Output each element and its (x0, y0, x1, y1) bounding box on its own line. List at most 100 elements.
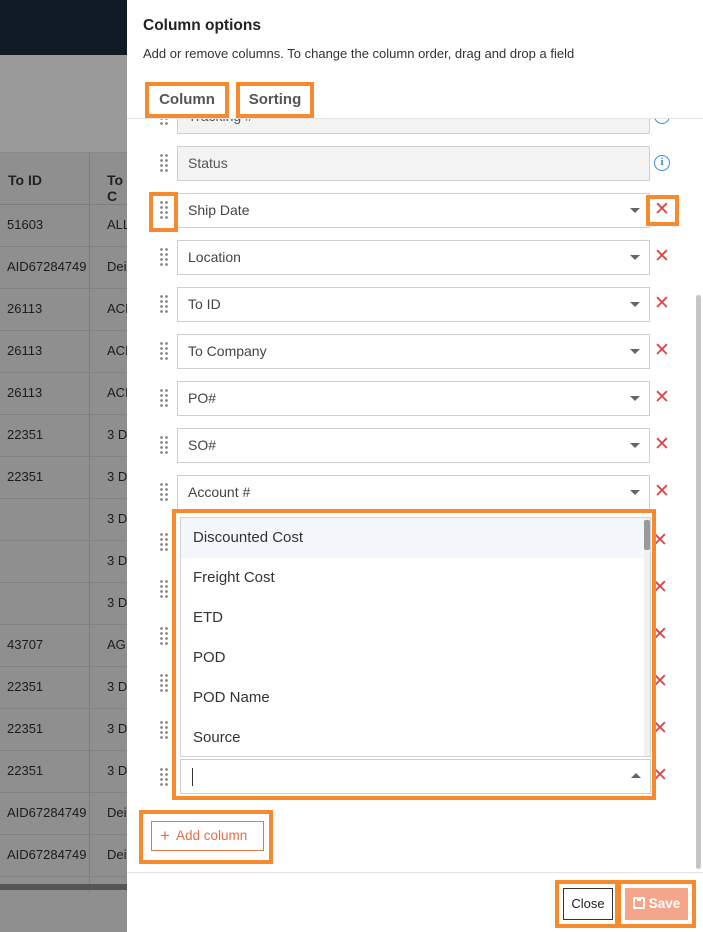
dropdown-option[interactable]: ETD (181, 598, 650, 638)
table-row[interactable]: AID67284749 Dei (0, 793, 127, 835)
dropdown-option[interactable]: POD Name (181, 678, 650, 718)
cell-to-company: AG (107, 637, 126, 652)
drag-handle-icon[interactable] (157, 670, 171, 696)
table-row[interactable]: 22351 3 D (0, 751, 127, 793)
caret-up-icon[interactable] (631, 773, 641, 778)
cell-to-id: AID67284749 (7, 259, 87, 274)
drag-handle-icon[interactable] (157, 576, 171, 602)
info-icon[interactable]: i (654, 155, 670, 171)
column-select[interactable]: To Company (177, 334, 650, 369)
remove-column-icon[interactable]: ✕ (652, 247, 672, 268)
column-select[interactable]: PO# (177, 381, 650, 416)
drag-handle-icon[interactable] (157, 717, 171, 743)
column-row: Ship Date ✕ (127, 193, 703, 240)
table-row[interactable]: 3 D (0, 583, 127, 625)
table-scrollbar[interactable] (0, 884, 127, 890)
cell-to-company: ALL (107, 217, 127, 232)
remove-column-icon[interactable]: ✕ (652, 435, 672, 456)
new-column-input[interactable] (180, 759, 651, 794)
close-highlight: Close (555, 880, 619, 928)
dropdown-option[interactable]: Discounted Cost (181, 518, 650, 558)
chevron-down-icon[interactable] (630, 443, 640, 448)
cell-to-company: 3 D (107, 469, 127, 484)
column-options-panel: Column options Add or remove columns. To… (127, 0, 703, 932)
dropdown-scroll-thumb[interactable] (644, 520, 650, 550)
table-row[interactable]: 3 D (0, 499, 127, 541)
column-select[interactable]: To ID (177, 287, 650, 322)
table-row[interactable]: 22351 3 D (0, 667, 127, 709)
cell-to-company: ACI (107, 385, 127, 400)
column-row: SO# ✕ (127, 428, 703, 475)
table-row[interactable]: 51603 ALL (0, 205, 127, 247)
column-row: Status i (127, 146, 703, 193)
chevron-down-icon[interactable] (630, 208, 640, 213)
column-select[interactable]: Ship Date (177, 193, 650, 228)
filter-area (0, 55, 127, 153)
column-field-label: To ID (188, 296, 221, 312)
chevron-down-icon[interactable] (630, 349, 640, 354)
cell-to-company: 3 D (107, 721, 127, 736)
drag-handle-icon[interactable] (157, 385, 171, 411)
grip-dots (159, 579, 169, 599)
table-row[interactable]: AID67284749 Dei (0, 835, 127, 877)
drag-handle-icon[interactable] (157, 764, 171, 790)
column-row: Tracking # i (127, 119, 703, 146)
grip-dots (159, 247, 169, 267)
drag-handle-icon[interactable] (157, 432, 171, 458)
save-button[interactable]: Save (625, 888, 688, 920)
background-table: To ID To C 51603 ALL AID67284749 Dei 26113 AC… (0, 0, 127, 932)
text-cursor (192, 768, 193, 786)
drag-handle-icon[interactable] (157, 119, 171, 129)
grip-dots (159, 388, 169, 408)
chevron-down-icon[interactable] (630, 255, 640, 260)
drag-handle-icon[interactable] (157, 291, 171, 317)
table-row[interactable]: 43707 AG (0, 625, 127, 667)
grip-dots (159, 482, 169, 502)
drag-handle-icon[interactable] (157, 244, 171, 270)
grip-dots (159, 153, 169, 173)
cell-to-company: 3 D (107, 511, 127, 526)
remove-column-icon[interactable]: ✕ (652, 294, 672, 315)
cell-to-company: Dei (107, 805, 127, 820)
tab-column[interactable]: Column (145, 82, 229, 118)
table-row[interactable]: 26113 ACI (0, 289, 127, 331)
panel-scroll-thumb[interactable] (696, 295, 701, 869)
drag-handle-icon[interactable] (157, 150, 171, 176)
table-row[interactable]: 3 D (0, 541, 127, 583)
table-row[interactable]: 22351 3 D (0, 415, 127, 457)
table-row[interactable]: 26113 ACI (0, 331, 127, 373)
drag-handle-icon[interactable] (157, 338, 171, 364)
cell-to-company: 3 D (107, 595, 127, 610)
remove-column-icon[interactable]: ✕ (652, 388, 672, 409)
close-button[interactable]: Close (563, 888, 613, 920)
column-select[interactable]: SO# (177, 428, 650, 463)
drag-handle-icon[interactable] (157, 623, 171, 649)
remove-column-icon[interactable]: ✕ (652, 341, 672, 362)
drag-handle-icon[interactable] (157, 529, 171, 555)
dropdown-option[interactable]: Freight Cost (181, 558, 650, 598)
chevron-down-icon[interactable] (630, 396, 640, 401)
info-icon[interactable]: i (654, 119, 670, 124)
drag-handle-highlight (149, 192, 178, 232)
dropdown-scrollbar[interactable] (644, 518, 650, 756)
remove-column-icon[interactable]: ✕ (652, 482, 672, 503)
chevron-down-icon[interactable] (630, 302, 640, 307)
cell-to-company: 3 D (107, 553, 127, 568)
dropdown-option[interactable]: POD (181, 638, 650, 678)
column-select[interactable]: Account # (177, 475, 650, 510)
table-row[interactable]: AID67284749 Dei (0, 247, 127, 289)
save-disk-icon (632, 897, 645, 909)
table-row[interactable]: 22351 3 D (0, 709, 127, 751)
dropdown-option[interactable]: Source (181, 718, 650, 756)
drag-handle-icon[interactable] (157, 479, 171, 505)
table-row[interactable]: 26113 ACI (0, 373, 127, 415)
panel-scrollbar[interactable] (694, 119, 702, 871)
column-select[interactable]: Location (177, 240, 650, 275)
add-column-label: Add column (175, 828, 248, 843)
table-row[interactable]: 22351 3 D (0, 457, 127, 499)
column-dropdown-highlight: Discounted Cost Freight Cost ETD POD POD Nam… (172, 509, 656, 800)
add-column-button[interactable]: + Add column (151, 821, 264, 851)
tab-sorting[interactable]: Sorting (236, 82, 314, 118)
cell-to-id: 22351 (7, 721, 44, 736)
chevron-down-icon[interactable] (630, 490, 640, 495)
